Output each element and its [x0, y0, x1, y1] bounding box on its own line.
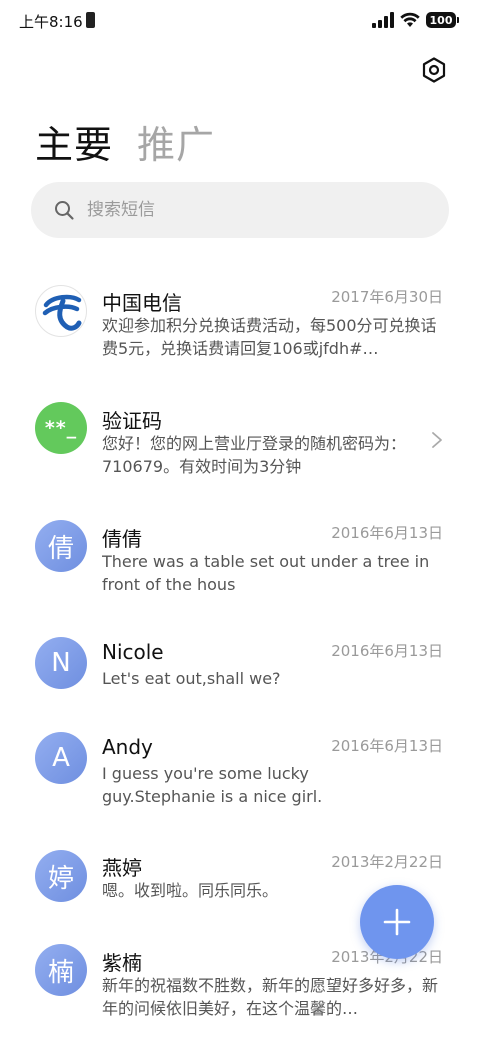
avatar: 倩 [35, 520, 87, 572]
conversation-item[interactable]: 中国电信 2017年6月30日 欢迎参加积分兑换话费活动，每500分可兑换话费5… [0, 268, 480, 380]
search-input[interactable] [87, 200, 387, 220]
screen-lock-icon [86, 12, 95, 28]
message-date: 2017年6月30日 [331, 288, 443, 306]
avatar: N [35, 637, 87, 689]
conversation-item[interactable]: **_ 验证码 您好！您的网上营业厅登录的随机密码为：710679。有效时间为3… [0, 388, 480, 498]
sender-name: 紫楠 [102, 951, 142, 975]
new-message-button[interactable] [360, 885, 434, 959]
chevron-right-icon [432, 432, 442, 448]
conversation-item[interactable]: A Andy 2016年6月13日 I guess you're some lu… [0, 720, 480, 832]
status-time: 上午8:16 [19, 13, 83, 31]
message-snippet: 您好！您的网上营业厅登录的随机密码为：710679。有效时间为3分钟 [102, 434, 407, 476]
message-date: 2016年6月13日 [331, 737, 443, 755]
message-snippet: There was a table set out under a tree i… [102, 552, 430, 594]
message-date: 2016年6月13日 [331, 642, 443, 660]
sender-name: Nicole [102, 640, 164, 664]
avatar: 楠 [35, 944, 87, 996]
battery-icon: 100 [426, 12, 459, 28]
message-date: 2013年2月22日 [331, 853, 443, 871]
signal-icon [372, 12, 394, 28]
avatar [35, 285, 87, 337]
avatar: 婷 [35, 850, 87, 902]
sender-name: 燕婷 [102, 856, 142, 880]
settings-hexagon-icon [422, 57, 446, 83]
message-snippet: I guess you're some lucky guy.Stephanie … [102, 764, 323, 806]
china-telecom-logo-icon [42, 294, 82, 331]
wifi-icon [400, 12, 420, 27]
avatar: A [35, 732, 87, 784]
search-icon [55, 201, 74, 220]
message-date: 2016年6月13日 [331, 524, 443, 542]
plus-icon [383, 908, 411, 936]
tab-primary[interactable]: 主要 [35, 114, 113, 169]
status-bar: 上午8:16 100 [0, 0, 480, 40]
message-snippet: Let's eat out,shall we? [102, 669, 281, 688]
message-snippet: 欢迎参加积分兑换话费活动，每500分可兑换话费5元，兑换话费请回复106或jfd… [102, 316, 437, 358]
status-indicators: 100 [372, 11, 459, 29]
avatar: **_ [35, 402, 87, 454]
tab-bar: 主要 推广 [35, 114, 215, 169]
sender-name: 验证码 [102, 409, 162, 433]
search-bar[interactable] [31, 182, 449, 238]
settings-button[interactable] [418, 54, 450, 86]
sender-name: Andy [102, 735, 153, 759]
sender-name: 中国电信 [102, 291, 182, 315]
conversation-item[interactable]: 倩 倩倩 2016年6月13日 There was a table set ou… [0, 506, 480, 618]
conversation-item[interactable]: N Nicole 2016年6月13日 Let's eat out,shall … [0, 624, 480, 714]
message-snippet: 新年的祝福数不胜数，新年的愿望好多好多，新年的问候依旧美好，在这个温馨的… [102, 976, 439, 1018]
sender-name: 倩倩 [102, 527, 142, 551]
tab-promotions[interactable]: 推广 [137, 114, 215, 169]
